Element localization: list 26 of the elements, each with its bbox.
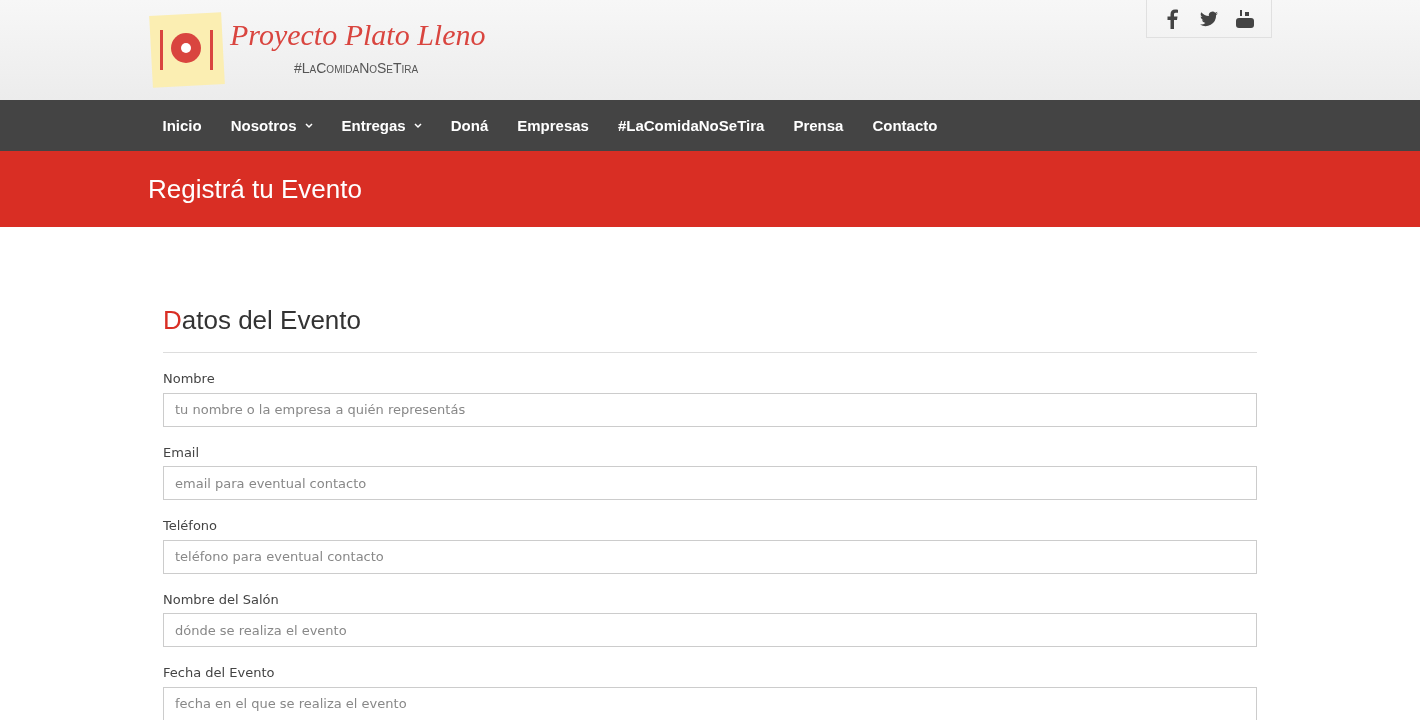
input-field[interactable]: dónde se realiza el evento [163, 613, 1257, 647]
nav-link[interactable]: Prensa [778, 100, 858, 151]
nav-link[interactable]: Doná [436, 100, 503, 151]
field-label: Email [163, 443, 201, 462]
field-label: Teléfono [163, 517, 219, 535]
section-heading: Datos del Evento [163, 301, 1257, 353]
nav-link[interactable]: Nosotros [216, 100, 327, 151]
nav-link[interactable]: Inicio [148, 100, 217, 151]
input-field[interactable]: tu nombre o la empresa a quién representás [163, 392, 1257, 427]
twitter-icon[interactable] [1199, 8, 1219, 29]
logo-icon [148, 12, 226, 90]
chevron-down-icon [413, 122, 422, 129]
logo-tagline: #LaComidaNoSeTira [293, 59, 420, 78]
field-label: Fecha del Evento [163, 664, 276, 682]
input-field[interactable]: email para eventual contacto [163, 466, 1257, 500]
chevron-down-icon [304, 122, 313, 129]
nav-link[interactable]: Empresas [502, 100, 604, 151]
input-field[interactable]: fecha en el que se realiza el evento [163, 686, 1257, 720]
logo-title: Proyecto Plato Lleno [230, 20, 486, 50]
field-label: Nombre del Salón [163, 590, 280, 609]
nav-link[interactable]: Contacto [857, 100, 952, 151]
nav-link[interactable]: #LaComidaNoSeTira [603, 100, 779, 151]
input-field[interactable]: teléfono para eventual contacto [163, 539, 1257, 574]
nav-link[interactable]: Entregas [327, 100, 437, 151]
page-title: Registrá tu Evento [148, 172, 362, 206]
field-label: Nombre [163, 370, 216, 388]
